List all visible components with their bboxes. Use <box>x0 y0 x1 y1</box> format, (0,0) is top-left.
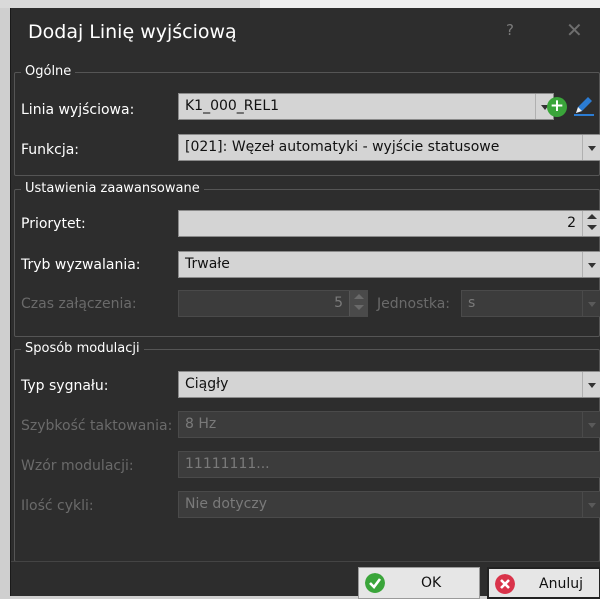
on-time-spinbox: 5 <box>178 290 368 317</box>
chevron-down-icon[interactable] <box>582 252 600 277</box>
group-general-legend: Ogólne <box>25 64 72 79</box>
on-time-label: Czas załączenia: <box>21 296 137 312</box>
help-button[interactable]: ? <box>506 21 514 39</box>
on-time-value: 5 <box>334 295 343 311</box>
footer-divider <box>11 561 600 562</box>
trigger-mode-value: Trwałe <box>185 256 230 272</box>
unit-label: Jednostka: <box>377 296 451 312</box>
ok-button-label: OK <box>421 575 442 591</box>
trigger-mode-label: Tryb wyzwalania: <box>21 257 141 273</box>
chevron-down-icon[interactable] <box>582 135 600 160</box>
cycles-select: Nie dotyczy <box>178 491 600 518</box>
output-line-value: K1_000_REL1 <box>185 98 280 114</box>
background-strip-segment <box>260 0 600 8</box>
add-icon[interactable]: + <box>547 97 567 117</box>
edit-pencil-icon[interactable] <box>572 95 594 117</box>
function-label: Funkcja: <box>21 142 80 158</box>
chevron-down-icon <box>582 291 600 316</box>
dialog-window: Dodaj Linię wyjściową ? ✕ Ogólne Linia w… <box>10 8 600 599</box>
clock-speed-label: Szybkość taktowania: <box>21 418 173 434</box>
ok-button[interactable]: OK <box>358 567 480 599</box>
output-line-select[interactable]: K1_000_REL1 <box>178 93 554 120</box>
pattern-label: Wzór modulacji: <box>21 458 134 474</box>
priority-value: 2 <box>567 215 576 231</box>
priority-spin-buttons[interactable] <box>582 211 600 236</box>
on-time-spin-buttons <box>349 291 367 316</box>
cycles-label: Ilość cykli: <box>21 498 94 514</box>
signal-type-value: Ciągły <box>185 376 229 392</box>
priority-label: Priorytet: <box>21 216 86 232</box>
close-button[interactable]: ✕ <box>566 18 583 42</box>
chevron-down-icon[interactable] <box>582 372 600 397</box>
signal-type-label: Typ sygnału: <box>21 378 109 394</box>
chevron-down-icon <box>582 412 600 437</box>
background-strip <box>0 0 600 8</box>
check-icon <box>365 573 385 593</box>
clock-speed-select: 8 Hz <box>178 411 600 438</box>
clock-speed-value: 8 Hz <box>185 416 217 432</box>
function-select[interactable]: [021]: Węzeł automatyki - wyjście status… <box>178 134 600 161</box>
cancel-x-icon <box>495 574 515 594</box>
function-value: [021]: Węzeł automatyki - wyjście status… <box>185 139 500 155</box>
signal-type-select[interactable]: Ciągły <box>178 371 600 398</box>
pattern-value: 11111111... <box>185 456 270 472</box>
dialog-title: Dodaj Linię wyjściową <box>28 21 237 43</box>
output-line-label: Linia wyjściowa: <box>21 102 135 118</box>
arrow-up-icon[interactable] <box>587 214 597 219</box>
chevron-down-icon <box>582 492 600 517</box>
trigger-mode-select[interactable]: Trwałe <box>178 251 600 278</box>
group-modulation-legend: Sposób modulacji <box>25 341 140 356</box>
pattern-field: 11111111... <box>178 451 600 478</box>
priority-spinbox[interactable]: 2 <box>178 210 600 237</box>
group-advanced-legend: Ustawienia zaawansowane <box>25 181 200 196</box>
arrow-down-icon[interactable] <box>587 225 597 230</box>
cancel-button-label: Anuluj <box>539 576 583 592</box>
arrow-down-icon <box>354 305 364 310</box>
cancel-button[interactable]: Anuluj <box>487 567 600 599</box>
unit-value: s <box>468 295 476 311</box>
arrow-up-icon <box>354 294 364 299</box>
cycles-value: Nie dotyczy <box>185 496 267 512</box>
unit-select: s <box>461 290 600 317</box>
title-bar: Dodaj Linię wyjściową ? ✕ <box>11 8 600 58</box>
